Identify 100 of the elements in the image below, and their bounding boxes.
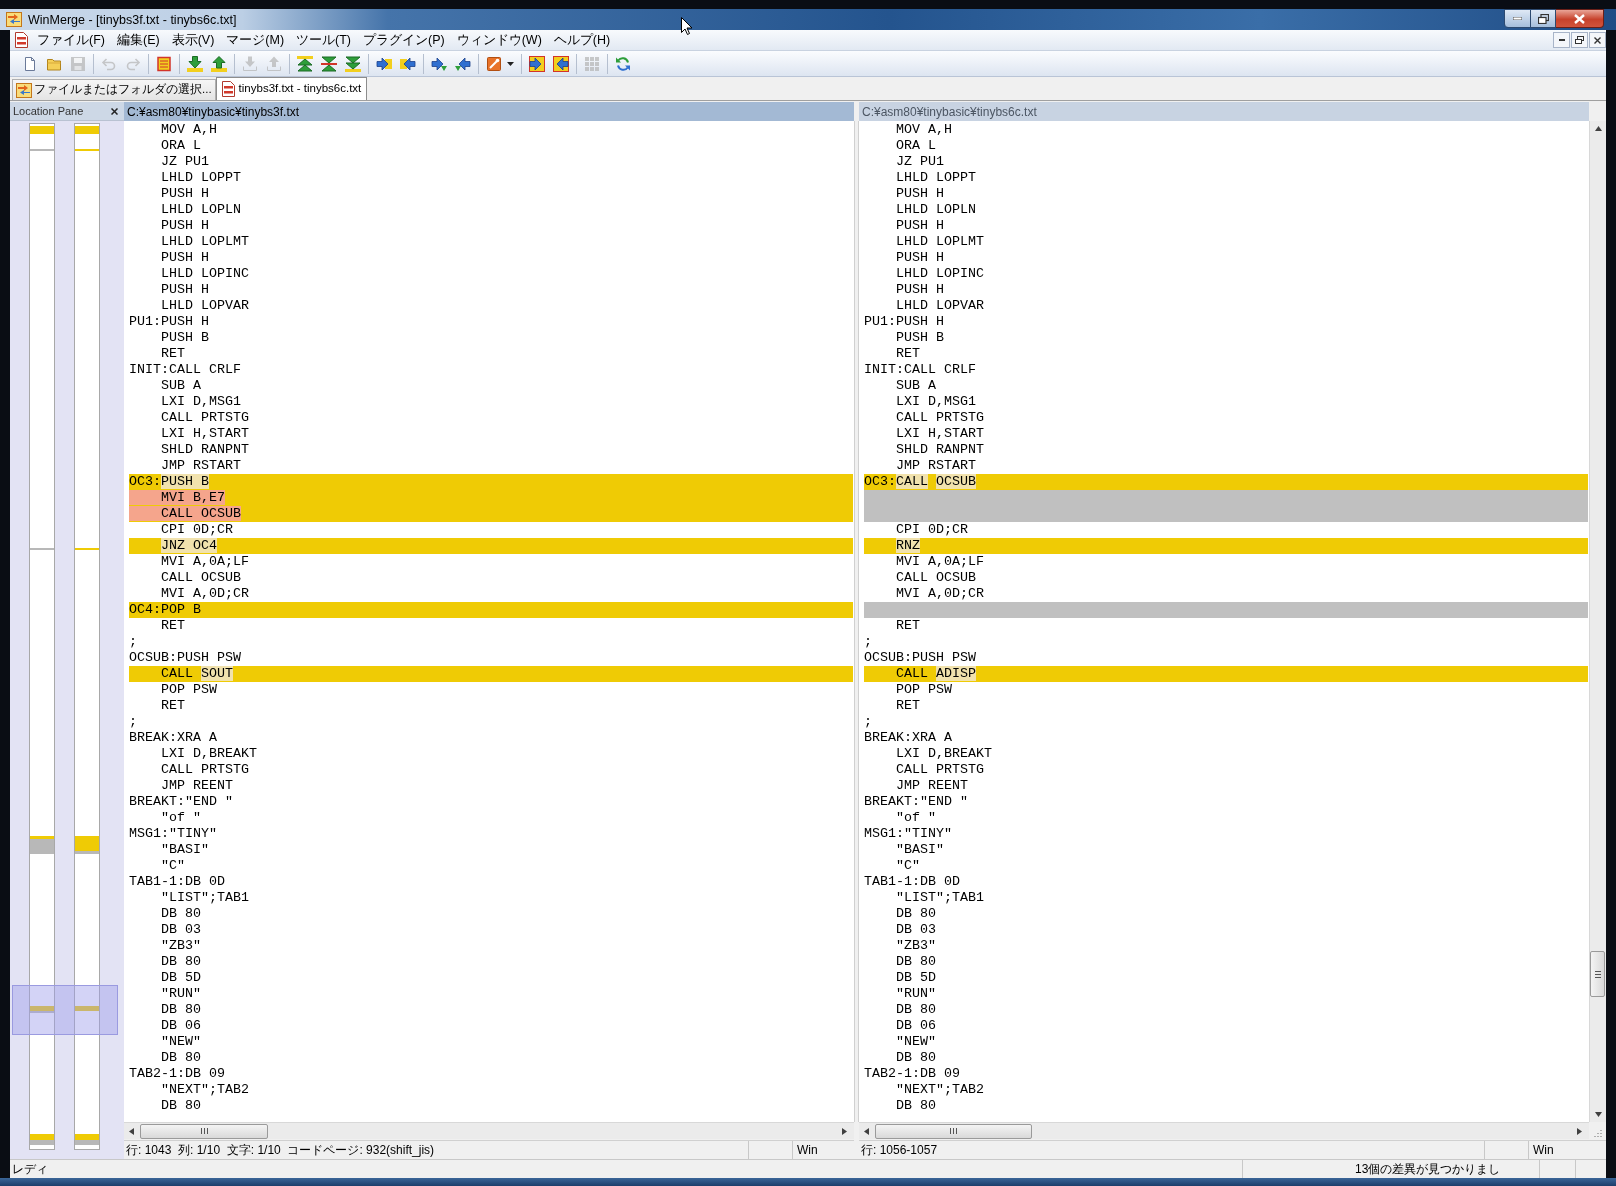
page-icon: [22, 55, 38, 72]
refresh-icon: [615, 55, 631, 72]
right-arrow-icon[interactable]: [1577, 1127, 1582, 1135]
code-line: SUB A: [161, 378, 201, 393]
code-line: INIT:CALL CRLF: [129, 362, 241, 377]
menu-item[interactable]: 表示(V): [166, 30, 220, 50]
code-line: PUSH H: [896, 186, 944, 201]
left-arrow-icon[interactable]: [864, 1127, 869, 1135]
up-arrow-icon[interactable]: [1594, 126, 1602, 131]
code-line: DB 80: [161, 1050, 201, 1065]
vertical-scrollbar[interactable]: [1589, 121, 1606, 1122]
right-arrow-icon: [431, 55, 447, 72]
menu-item[interactable]: プラグイン(P): [358, 30, 450, 50]
code-line: POP PSW: [896, 682, 952, 697]
code-line: ;: [129, 634, 137, 649]
menu-item[interactable]: ツール(T): [291, 30, 357, 50]
code-line: BREAK:XRA A: [864, 730, 952, 745]
close-icon: [1574, 13, 1585, 24]
menu-item[interactable]: 編集(E): [111, 30, 165, 50]
code-line: "C": [896, 858, 920, 873]
code-line: DB 80: [896, 954, 936, 969]
tab[interactable]: tinybs3f.txt - tinybs6c.txt: [215, 77, 368, 100]
code-line: "ZB3": [161, 938, 201, 953]
double-down-arrow-icon: [345, 55, 361, 72]
right-arrow-icon: [376, 55, 392, 72]
double-up-arrow-icon: [297, 55, 313, 72]
menu-item[interactable]: ファイル(F): [32, 30, 110, 50]
code-line: DB 06: [896, 1018, 936, 1033]
scrollbar-thumb[interactable]: [1590, 951, 1605, 997]
diff-marker: [30, 548, 54, 550]
code-line: "RUN": [161, 986, 201, 1001]
document-icon: [14, 32, 28, 48]
code-line: LXI D,BREAKT: [896, 746, 992, 761]
horizontal-scrollbar[interactable]: [859, 1122, 1589, 1139]
code-line: RET: [896, 698, 920, 713]
code-line: JZ PU1: [896, 154, 944, 169]
code-line: LHLD LOPINC: [161, 266, 249, 281]
code-line: "NEXT";TAB2: [896, 1082, 984, 1097]
changed-word: JNZ OC4: [161, 538, 217, 553]
code-line: PUSH H: [896, 218, 944, 233]
code-line: RET: [161, 698, 185, 713]
code-line: LXI D,BREAKT: [161, 746, 257, 761]
pane-title: Location Pane: [13, 103, 84, 119]
code-line: "RUN": [896, 986, 936, 1001]
code-line: RET: [896, 618, 920, 633]
minimize-button[interactable]: [1504, 9, 1531, 28]
code-line: PUSH H: [896, 282, 944, 297]
arrows-icon: [6, 12, 22, 27]
code-line: DB 80: [896, 1050, 936, 1065]
restore-button[interactable]: [1571, 32, 1588, 48]
code-line: INIT:CALL CRLF: [864, 362, 976, 377]
code-line: PUSH H: [161, 218, 209, 233]
code-line: BREAKT:"END ": [864, 794, 968, 809]
code-line: "ZB3": [896, 938, 936, 953]
code-line: DB 03: [896, 922, 936, 937]
close-icon: [1594, 36, 1601, 44]
changed-word: CALL: [896, 474, 928, 489]
close-button[interactable]: [1589, 32, 1606, 48]
code-line: MVI A,0A;LF: [896, 554, 984, 569]
grip-icon: [1594, 970, 1601, 978]
wrench-icon: [486, 55, 502, 72]
minimize-button[interactable]: [1553, 32, 1570, 48]
code-line: TAB1-1:DB 0D: [129, 874, 225, 889]
down-arrow-icon[interactable]: [1594, 1112, 1602, 1117]
grip-icon: [200, 1128, 208, 1134]
scrollbar-thumb[interactable]: [875, 1123, 1032, 1139]
code-text: OC3:: [129, 474, 161, 489]
menu-item[interactable]: ヘルプ(H): [548, 30, 616, 50]
code-line: PUSH H: [896, 250, 944, 265]
code-line: LXI H,START: [896, 426, 984, 441]
code-line: OCSUB:PUSH PSW: [864, 650, 976, 665]
code-line: BREAKT:"END ": [129, 794, 233, 809]
menu-item[interactable]: マージ(M): [221, 30, 290, 50]
code-line: DB 80: [161, 906, 201, 921]
tab[interactable]: ファイルまたはフォルダの選択...: [12, 79, 216, 100]
close-icon[interactable]: [111, 107, 118, 115]
code-line: LXI H,START: [161, 426, 249, 441]
code-line: "LIST";TAB1: [896, 890, 984, 905]
code-line: OCSUB:PUSH PSW: [129, 650, 241, 665]
menu-item[interactable]: ウィンドウ(W): [451, 30, 547, 50]
left-arrow-icon[interactable]: [129, 1127, 134, 1135]
code-line: LXI D,MSG1: [161, 394, 241, 409]
code-line: PU1:PUSH H: [129, 314, 209, 329]
code-line: MOV A,H: [896, 122, 952, 137]
changed-word: RNZ: [896, 538, 920, 553]
changed-word: OCSUB: [936, 474, 976, 489]
code-line: LHLD LOPLN: [896, 202, 976, 217]
maximize-button[interactable]: [1531, 9, 1556, 28]
scrollbar-thumb[interactable]: [140, 1123, 268, 1139]
code-line: PUSH B: [161, 330, 209, 345]
right-arrow-icon[interactable]: [842, 1127, 847, 1135]
close-button[interactable]: [1556, 9, 1604, 28]
code-line: LHLD LOPLMT: [161, 234, 249, 249]
file-path-header: C:¥asm80¥tinybasic¥tinybs3f.txt: [124, 102, 854, 121]
code-line: SHLD RANPNT: [161, 442, 249, 457]
code-line: DB 80: [896, 1002, 936, 1017]
stripes-icon: [156, 55, 172, 72]
horizontal-scrollbar[interactable]: [124, 1122, 854, 1139]
window-title: WinMerge - [tinybs3f.txt - tinybs6c.txt]: [28, 11, 237, 28]
code-line: JMP RSTART: [161, 458, 241, 473]
